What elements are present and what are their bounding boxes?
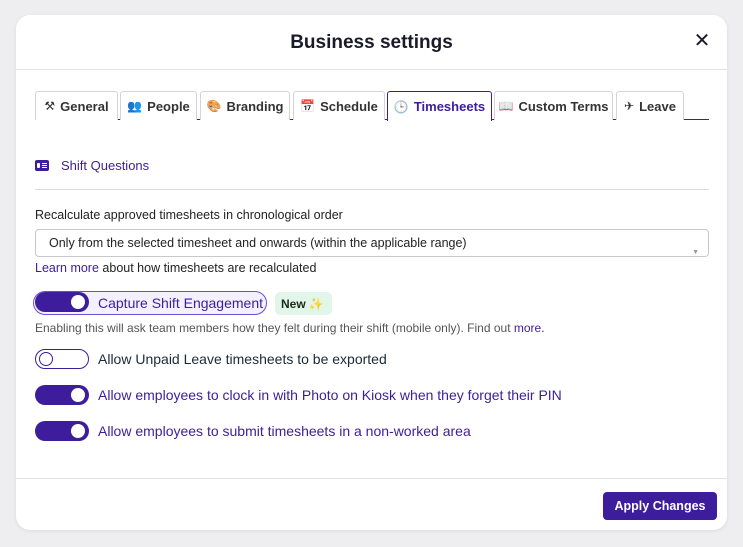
toggle-knob: [71, 424, 85, 438]
chevron-down-icon: ▼: [692, 249, 699, 256]
tab-people[interactable]: 👥 People: [120, 91, 197, 120]
new-badge-label: New: [281, 296, 306, 311]
tab-label: People: [147, 98, 190, 114]
sparkles-icon: ✨: [308, 296, 324, 311]
learn-more-link[interactable]: Learn more: [35, 261, 99, 275]
unpaid-leave-toggle[interactable]: [35, 349, 89, 369]
plane-icon: ✈: [624, 99, 635, 113]
photo-kiosk-toggle[interactable]: [35, 385, 89, 405]
footer-divider: [16, 478, 727, 479]
capture-engagement-description: Enabling this will ask team members how …: [35, 321, 545, 335]
recalc-select[interactable]: Only from the selected timesheet and onw…: [35, 229, 709, 257]
tab-label: Schedule: [320, 98, 378, 114]
apply-changes-button[interactable]: Apply Changes: [603, 492, 717, 520]
divider: [35, 189, 709, 190]
non-worked-area-toggle[interactable]: [35, 421, 89, 441]
shift-questions-link[interactable]: Shift Questions: [35, 157, 149, 173]
clock-icon: 🕒: [393, 99, 409, 114]
tab-label: General: [60, 98, 109, 114]
tab-label: Branding: [226, 98, 284, 114]
tab-branding[interactable]: 🎨 Branding: [200, 91, 290, 120]
close-icon[interactable]: ✕: [693, 30, 711, 52]
shift-questions-label: Shift Questions: [61, 157, 150, 173]
people-icon: 👥: [127, 99, 143, 113]
recalc-selected-value: Only from the selected timesheet and onw…: [49, 236, 467, 250]
tab-leave[interactable]: ✈ Leave: [616, 91, 684, 120]
toggle-knob: [39, 351, 53, 366]
modal-header: Business settings ✕: [16, 15, 727, 70]
learn-more-rest: about how timesheets are recalculated: [98, 261, 317, 275]
tab-label: Custom Terms: [518, 98, 609, 114]
capture-engagement-toggle[interactable]: [35, 292, 89, 312]
non-worked-area-label: Allow employees to submit timesheets in …: [98, 423, 471, 439]
recalc-help: Learn more about how timesheets are reca…: [35, 261, 316, 275]
tools-icon: ⚒: [44, 99, 56, 113]
photo-kiosk-label: Allow employees to clock in with Photo o…: [98, 387, 562, 403]
calendar-icon: 📅: [300, 99, 316, 113]
toggle-knob: [71, 388, 85, 402]
toggle-knob: [71, 295, 85, 309]
business-settings-modal: Business settings ✕ ⚒ General 👥 People 🎨…: [16, 15, 727, 530]
tab-label: Timesheets: [413, 99, 486, 114]
settings-tabs: ⚒ General 👥 People 🎨 Branding 📅 Schedule…: [35, 91, 709, 121]
tab-custom-terms[interactable]: 📖 Custom Terms: [494, 91, 613, 120]
capture-engagement-label: Capture Shift Engagement: [98, 295, 263, 311]
find-out-more-link[interactable]: more.: [514, 321, 545, 335]
id-card-icon: [35, 159, 49, 171]
book-icon: 📖: [498, 99, 514, 113]
tab-schedule[interactable]: 📅 Schedule: [293, 91, 385, 120]
new-badge: New ✨: [275, 292, 332, 315]
tab-timesheets[interactable]: 🕒 Timesheets: [387, 91, 492, 121]
tab-general[interactable]: ⚒ General: [35, 91, 118, 120]
modal-title: Business settings: [290, 32, 453, 53]
description-text: Enabling this will ask team members how …: [35, 321, 514, 335]
palette-icon: 🎨: [206, 99, 222, 113]
recalc-label: Recalculate approved timesheets in chron…: [35, 208, 343, 222]
unpaid-leave-label: Allow Unpaid Leave timesheets to be expo…: [98, 351, 387, 367]
tab-label: Leave: [639, 98, 676, 114]
